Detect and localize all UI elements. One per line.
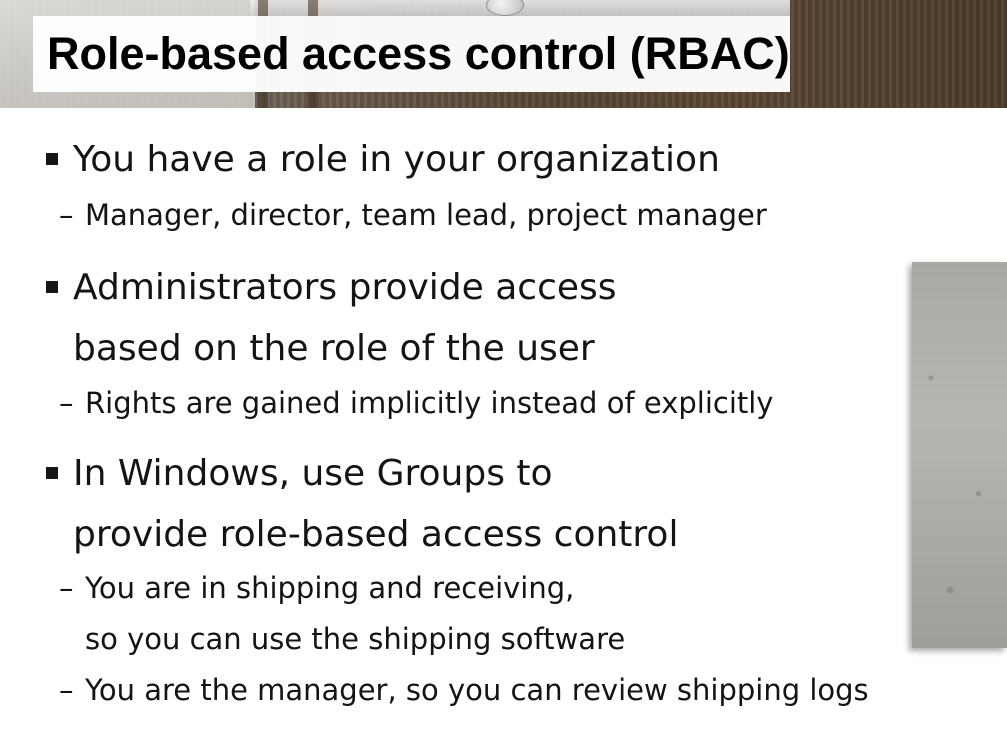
square-bullet-icon (46, 153, 58, 165)
bullet-item: In Windows, use Groups to provide role-b… (46, 443, 679, 565)
dash-bullet-icon: – (59, 386, 74, 420)
dash-bullet-icon: – (59, 198, 74, 232)
sub-bullet-item: – You are the manager, so you can review… (59, 665, 869, 716)
sub-bullet-line: You are the manager, so you can review s… (85, 673, 869, 707)
sub-bullet-line: Rights are gained implicitly instead of … (85, 386, 774, 420)
sub-bullet-item: – Rights are gained implicitly instead o… (59, 378, 774, 429)
bullet-item: Administrators provide access based on t… (46, 257, 617, 379)
square-bullet-icon (46, 467, 58, 479)
sub-bullet-line: You are in shipping and receiving, (85, 571, 575, 605)
dash-bullet-icon: – (59, 571, 74, 605)
bullet-item: You have a role in your organization (46, 129, 720, 190)
bullet-line: You have a role in your organization (73, 139, 720, 180)
bullet-line: Administrators provide access (73, 267, 617, 308)
slide-title: Role-based access control (RBAC) (47, 28, 790, 79)
dash-bullet-icon: – (59, 673, 74, 707)
square-bullet-icon (46, 281, 58, 293)
concrete-photo (912, 262, 1007, 648)
header-background-image: Role-based access control (RBAC) (0, 0, 1007, 108)
slide-content: You have a role in your organization – M… (0, 108, 1007, 745)
sub-bullet-item: – Manager, director, team lead, project … (59, 190, 767, 241)
bullet-line: provide role-based access control (73, 514, 679, 555)
bullet-line: based on the role of the user (73, 328, 595, 369)
sub-bullet-line: Manager, director, team lead, project ma… (85, 198, 767, 232)
title-box: Role-based access control (RBAC) (33, 16, 790, 92)
bullet-line: In Windows, use Groups to (73, 453, 553, 494)
sub-bullet-line: so you can use the shipping software (85, 622, 626, 656)
sub-bullet-item: – You are in shipping and receiving, so … (59, 563, 626, 665)
